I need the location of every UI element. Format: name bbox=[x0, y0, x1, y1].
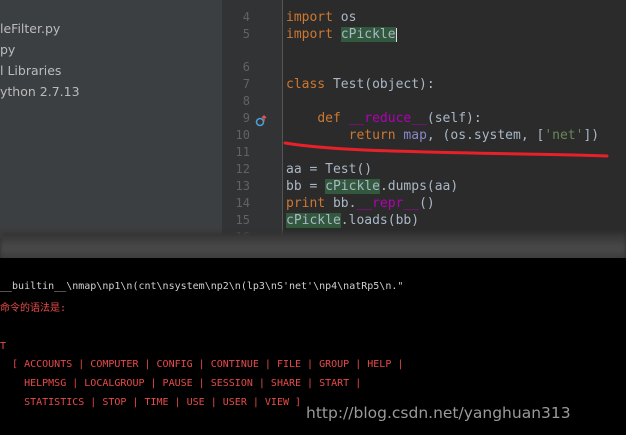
code-editor[interactable]: 4 5 6 7 8 9 10 11 12 13 14 15 16 import … bbox=[222, 0, 626, 238]
code-line-4[interactable]: import os bbox=[286, 9, 356, 26]
line-number: 8 bbox=[242, 94, 250, 108]
gutter-separator bbox=[282, 0, 283, 238]
highlighted-identifier: cPickle bbox=[325, 179, 380, 194]
code-line-16[interactable]: cPickle.loads(bb) bbox=[286, 212, 419, 229]
code-line-10[interactable]: def __reduce__(self): bbox=[286, 110, 482, 127]
line-number: 9 bbox=[242, 111, 250, 125]
highlighted-identifier: cPickle bbox=[286, 213, 341, 228]
code-line-8[interactable]: class Test(object): bbox=[286, 76, 435, 93]
keyword: import bbox=[286, 27, 333, 42]
highlighted-identifier: cPickle bbox=[340, 27, 396, 42]
code-line-5[interactable]: import cPickle bbox=[286, 26, 397, 43]
keyword: class bbox=[286, 77, 326, 92]
line-number: 6 bbox=[242, 60, 250, 74]
project-tree: leFilter.py py l Libraries ython 2.7.13 bbox=[0, 0, 222, 238]
console-line: HELPMSG | LOCALGROUP | PAUSE | SESSION |… bbox=[0, 378, 362, 389]
code-text: Test(object): bbox=[325, 77, 435, 92]
line-number: 15 bbox=[235, 213, 250, 227]
code-text: .loads(bb) bbox=[340, 213, 420, 228]
text-cursor bbox=[395, 27, 397, 42]
console-line: [ ACCOUNTS | COMPUTER | CONFIG | CONTINU… bbox=[0, 359, 404, 370]
code-line-14[interactable]: bb = cPickle.dumps(aa) bbox=[286, 178, 458, 195]
line-gutter: 4 5 6 7 8 9 10 11 12 13 14 15 16 bbox=[222, 0, 282, 238]
magic-method-name: __reduce__ bbox=[348, 111, 427, 126]
line-number: 11 bbox=[235, 145, 250, 159]
line-number: 4 bbox=[242, 10, 250, 24]
tree-item-file[interactable]: py bbox=[0, 39, 15, 61]
code-text: os bbox=[332, 10, 357, 25]
line-number: 5 bbox=[242, 27, 250, 41]
line-number: 13 bbox=[235, 179, 250, 193]
code-text: bb. bbox=[325, 196, 357, 211]
override-method-icon[interactable] bbox=[255, 115, 267, 127]
tree-item-file[interactable]: leFilter.py bbox=[0, 18, 60, 40]
code-line-15[interactable]: print bb.__repr__() bbox=[286, 195, 435, 212]
watermark: http://blog.csdn.net/yanghuan313 bbox=[306, 404, 571, 422]
line-number: 12 bbox=[235, 162, 250, 176]
console-line: STATISTICS | STOP | TIME | USE | USER | … bbox=[0, 397, 302, 408]
code-line-13[interactable]: aa = Test() bbox=[286, 161, 372, 178]
code-text: (self): bbox=[426, 111, 482, 126]
line-number: 10 bbox=[235, 128, 250, 142]
keyword: import bbox=[286, 10, 333, 25]
tree-item-python-sdk[interactable]: ython 2.7.13 bbox=[0, 81, 80, 103]
code-text: bb = bbox=[286, 179, 326, 194]
code-text: () bbox=[419, 196, 435, 211]
keyword: print bbox=[286, 196, 326, 211]
line-number: 7 bbox=[242, 77, 250, 91]
console-line: T bbox=[0, 341, 7, 352]
keyword: def bbox=[317, 111, 341, 126]
console-line: __builtin__\nmap\np1\n(cnt\nsystem\np2\n… bbox=[0, 281, 404, 292]
red-underline-annotation bbox=[283, 141, 609, 158]
magic-method-name: __repr__ bbox=[356, 196, 420, 211]
line-number: 14 bbox=[235, 196, 250, 210]
code-text: .dumps(aa) bbox=[379, 179, 459, 194]
tree-item-external-libraries[interactable]: l Libraries bbox=[0, 60, 61, 82]
console-line: 命令的语法是: bbox=[0, 303, 67, 314]
